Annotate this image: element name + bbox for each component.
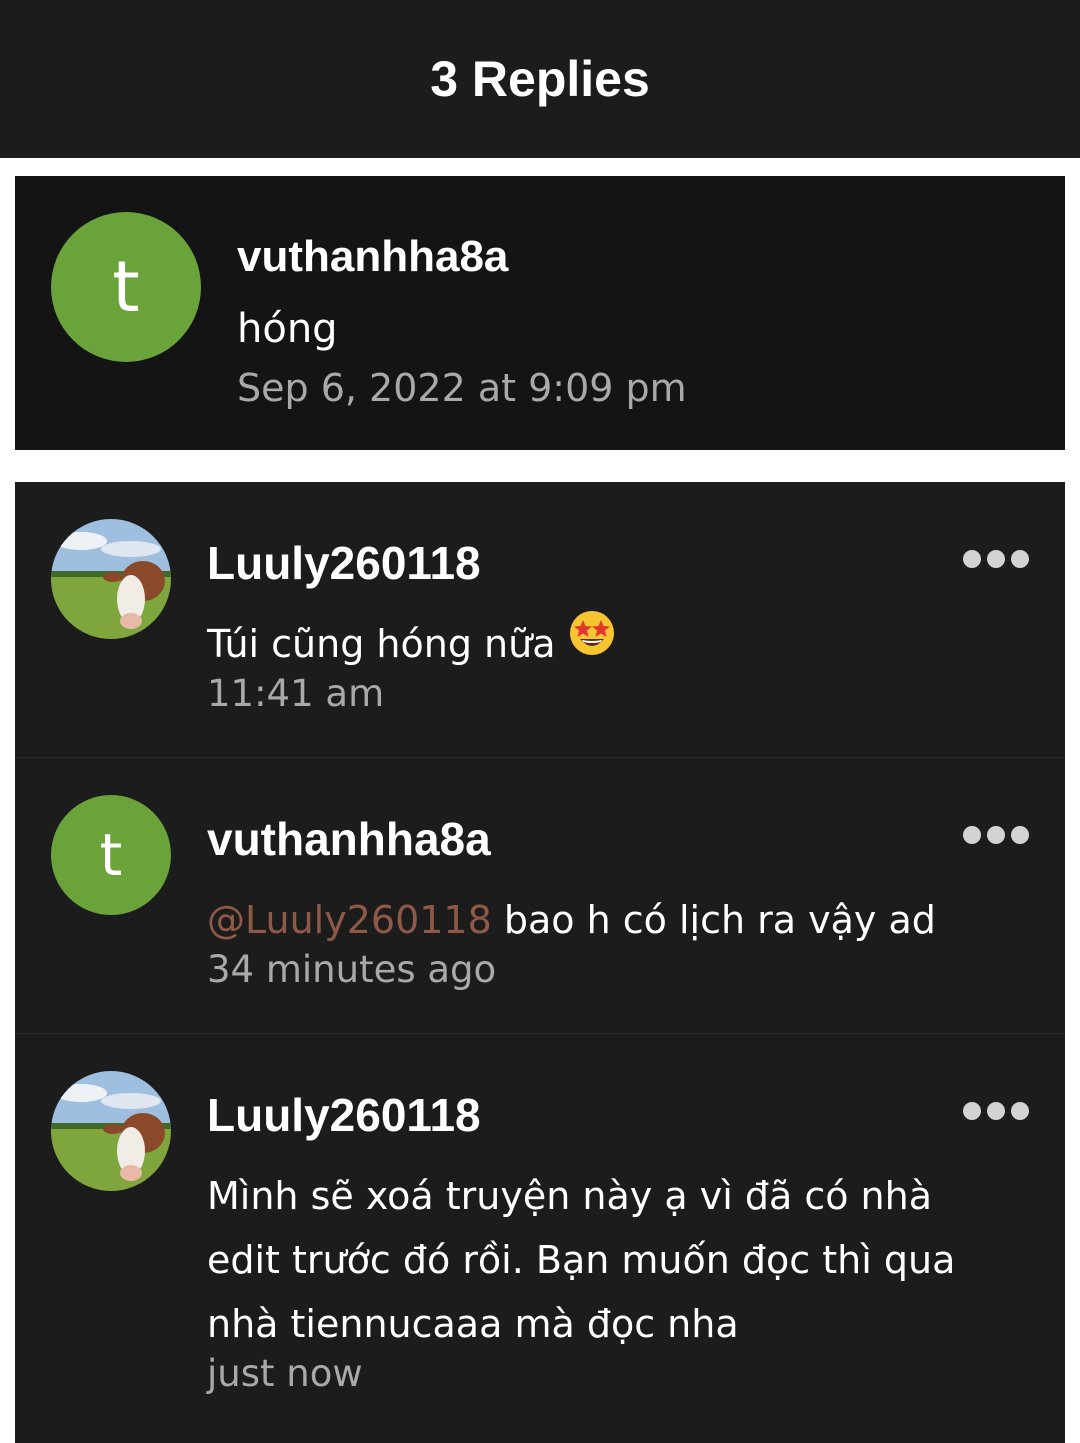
avatar[interactable] [51,519,171,639]
reply-username[interactable]: vuthanhha8a [207,812,491,866]
reply-item: Luuly260118 Mình sẽ xoá truyện này ạ vì … [15,1034,1065,1443]
mention-link[interactable]: @Luuly260118 [207,898,492,942]
comment-username[interactable]: vuthanhha8a [237,232,508,282]
replies-list: Luuly260118 Túi cũng hóng nữa 11:41 am t… [15,482,1065,1443]
star-struck-emoji-icon [568,609,616,676]
reply-username[interactable]: Luuly260118 [207,1088,481,1142]
reply-timestamp: 34 minutes ago [207,948,497,991]
page-title: 3 Replies [430,51,650,107]
more-options-button[interactable] [963,548,1029,570]
reply-item: Luuly260118 Túi cũng hóng nữa 11:41 am [15,482,1065,758]
parent-comment: t vuthanhha8a hóng Sep 6, 2022 at 9:09 p… [15,176,1065,450]
more-options-button[interactable] [963,824,1029,846]
comment-timestamp: Sep 6, 2022 at 9:09 pm [237,366,687,410]
reply-username[interactable]: Luuly260118 [207,536,481,590]
avatar[interactable] [51,1071,171,1191]
reply-timestamp: just now [207,1352,363,1395]
avatar[interactable]: t [51,212,201,362]
cow-avatar-icon [51,1071,171,1191]
reply-item: t vuthanhha8a @Luuly260118 bao h có lịch… [15,758,1065,1034]
reply-text: @Luuly260118 bao h có lịch ra vậy ad [207,898,936,942]
cow-avatar-icon [51,519,171,639]
replies-header: 3 Replies [0,0,1080,158]
reply-text: Mình sẽ xoá truyện này ạ vì đã có nhà ed… [207,1174,956,1346]
reply-text: Túi cũng hóng nữa [207,609,1027,676]
more-options-button[interactable] [963,1100,1029,1122]
reply-timestamp: 11:41 am [207,672,385,715]
avatar[interactable]: t [51,795,171,915]
comment-text: hóng [237,306,338,352]
